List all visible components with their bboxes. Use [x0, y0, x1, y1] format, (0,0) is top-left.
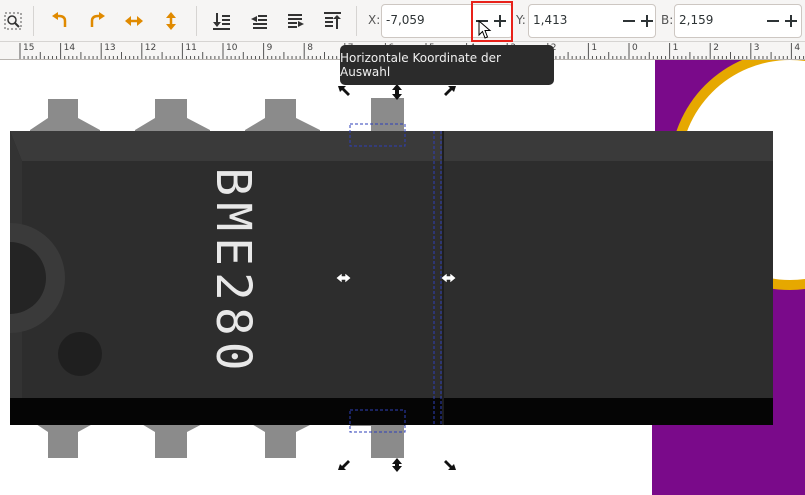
resize-handle-top-left[interactable] [338, 86, 350, 96]
y-coordinate-input[interactable] [533, 13, 613, 27]
resize-handle-top[interactable] [392, 84, 402, 100]
ruler-label: 15 [23, 43, 35, 53]
ruler-label: 12 [144, 43, 157, 53]
ruler-label: 8 [307, 43, 313, 53]
flip-vertical-button[interactable] [158, 8, 184, 34]
width-label: B: [661, 13, 674, 27]
x-coordinate-input[interactable] [386, 13, 466, 27]
resize-handle-bottom[interactable] [392, 458, 402, 472]
resize-handle-right[interactable] [440, 272, 457, 284]
zoom-selection-icon [4, 12, 22, 30]
ruler-label: 10 [226, 43, 238, 53]
ruler-label: 14 [63, 43, 76, 53]
flip-vertical-icon [166, 12, 176, 30]
ruler-label: 11 [185, 43, 197, 53]
toolbar-separator [356, 6, 357, 36]
ruler-label: 1 [591, 43, 598, 53]
ruler-label: 0 [632, 43, 638, 53]
resize-handle-bottom-left[interactable] [338, 460, 350, 470]
lower-button[interactable] [246, 8, 272, 34]
drawing-canvas[interactable]: BME280 [0, 60, 805, 495]
selector-toolbar: X: Y: B: [0, 0, 805, 42]
ruler-label: 4 [794, 43, 801, 53]
width-decrement-button[interactable] [765, 13, 781, 29]
rotate-cw-icon [90, 12, 105, 27]
lower-to-bottom-icon [213, 13, 230, 30]
lower-to-bottom-button[interactable] [209, 8, 235, 34]
toolbar-separator [33, 6, 34, 36]
ruler-label: 3 [753, 43, 760, 53]
y-increment-button[interactable] [639, 13, 655, 29]
width-field[interactable] [674, 4, 802, 38]
rotate-cw-button[interactable] [84, 8, 110, 34]
mouse-cursor-icon [478, 20, 492, 39]
raise-icon [288, 14, 304, 28]
flip-horizontal-button[interactable] [121, 8, 147, 34]
ruler-label: 2 [713, 43, 719, 53]
y-coordinate-field[interactable] [528, 4, 656, 38]
toolbar-separator [196, 6, 197, 36]
y-decrement-button[interactable] [621, 13, 637, 29]
lower-icon [251, 15, 267, 29]
ruler-label: 1 [672, 43, 679, 53]
width-increment-button[interactable] [783, 13, 799, 29]
y-label: Y: [516, 13, 526, 27]
flip-horizontal-icon [125, 16, 143, 26]
rotate-ccw-icon [52, 12, 67, 27]
selection-handles[interactable] [0, 60, 805, 495]
resize-handle-bottom-right[interactable] [444, 460, 456, 470]
raise-button[interactable] [283, 8, 309, 34]
x-label: X: [368, 13, 381, 27]
ruler-label: 13 [104, 43, 116, 53]
resize-handle-top-right[interactable] [444, 86, 456, 96]
inkscape-window: X: Y: B: 15141312111098765432101234 [0, 0, 805, 495]
raise-to-top-icon [324, 12, 341, 29]
rotate-ccw-button[interactable] [47, 8, 73, 34]
ruler-label: 9 [266, 43, 273, 53]
tooltip: Horizontale Koordinate der Auswahl [340, 45, 554, 85]
resize-handle-left[interactable] [335, 272, 352, 284]
raise-to-top-button[interactable] [320, 8, 346, 34]
width-input[interactable] [679, 13, 759, 27]
zoom-selection-button[interactable] [0, 8, 26, 34]
